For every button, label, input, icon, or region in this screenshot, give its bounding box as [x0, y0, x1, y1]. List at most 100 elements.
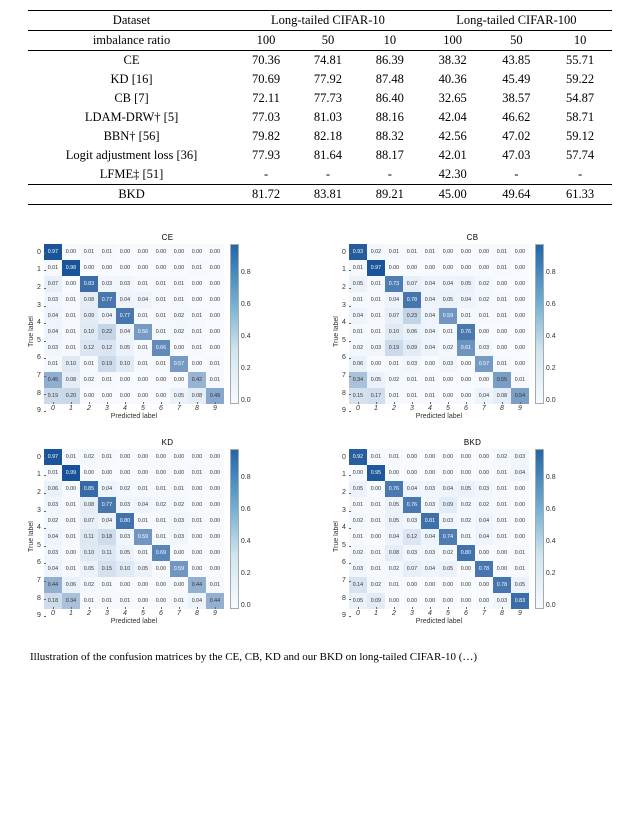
results-table: Dataset Long-tailed CIFAR-10 Long-tailed… — [28, 10, 612, 205]
matrix-cell: 0.00 — [439, 577, 457, 593]
ytick: 1 — [37, 467, 43, 485]
matrix-cell: 0.00 — [170, 545, 188, 561]
matrix-cell: 0.77 — [98, 497, 116, 513]
confusion-matrix: 0.970.010.020.010.000.000.000.000.000.00… — [44, 449, 224, 609]
matrix-cell: 0.01 — [62, 324, 80, 340]
xlabel: Predicted label — [44, 413, 224, 420]
matrix-cell: 0.00 — [170, 465, 188, 481]
matrix-cell: 0.00 — [511, 340, 529, 356]
matrix-cell: 0.00 — [439, 372, 457, 388]
matrix-cell: 0.01 — [170, 276, 188, 292]
matrix-cell: 0.00 — [367, 356, 385, 372]
matrix-cell: 0.01 — [152, 529, 170, 545]
xtick: 8 — [493, 405, 511, 412]
row-name: BBN† [56] — [28, 127, 235, 146]
matrix-cell: 0.00 — [421, 356, 439, 372]
matrix-cell: 0.77 — [116, 308, 134, 324]
xtick: 4 — [116, 610, 134, 617]
cell: 42.30 — [421, 165, 485, 185]
matrix-cell: 0.02 — [457, 497, 475, 513]
matrix-cell: 0.01 — [349, 292, 367, 308]
matrix-cell: 0.00 — [475, 244, 493, 260]
confusion-matrix: 0.930.020.010.010.010.000.000.000.010.00… — [349, 244, 529, 404]
matrix-cell: 0.00 — [188, 561, 206, 577]
matrix-cell: 0.56 — [134, 324, 152, 340]
matrix-cell: 0.00 — [206, 513, 224, 529]
colorbar-tick: 0.6 — [241, 506, 251, 513]
matrix-cell: 0.03 — [421, 497, 439, 513]
matrix-cell: 0.10 — [62, 356, 80, 372]
matrix-cell: 0.01 — [421, 244, 439, 260]
matrix-cell: 0.00 — [134, 372, 152, 388]
cell: 72.11 — [235, 89, 297, 108]
xtick: 2 — [385, 610, 403, 617]
colorbar-tick: 0.8 — [546, 269, 556, 276]
matrix-cell: 0.05 — [367, 372, 385, 388]
matrix-cell: 0.04 — [385, 529, 403, 545]
matrix-cell: 0.00 — [206, 308, 224, 324]
matrix-cell: 0.00 — [493, 324, 511, 340]
cell: 70.69 — [235, 70, 297, 89]
matrix-cell: 0.01 — [134, 340, 152, 356]
xtick: 4 — [421, 405, 439, 412]
heatmap-title: BKD — [333, 438, 612, 447]
matrix-cell: 0.69 — [152, 545, 170, 561]
matrix-cell: 0.00 — [206, 340, 224, 356]
ytick: 8 — [342, 590, 348, 608]
matrix-cell: 0.11 — [98, 545, 116, 561]
matrix-cell: 0.02 — [44, 513, 62, 529]
matrix-cell: 0.04 — [44, 308, 62, 324]
matrix-cell: 0.07 — [385, 308, 403, 324]
cell: 40.36 — [421, 70, 485, 89]
matrix-cell: 0.00 — [80, 260, 98, 276]
matrix-cell: 0.00 — [457, 449, 475, 465]
matrix-cell: 0.00 — [206, 545, 224, 561]
colorbar-tick: 0.8 — [241, 474, 251, 481]
matrix-cell: 0.02 — [349, 340, 367, 356]
matrix-cell: 0.98 — [62, 260, 80, 276]
matrix-cell: 0.00 — [511, 513, 529, 529]
matrix-cell: 0.01 — [367, 308, 385, 324]
matrix-cell: 0.03 — [116, 497, 134, 513]
matrix-cell: 0.03 — [403, 545, 421, 561]
matrix-cell: 0.01 — [188, 324, 206, 340]
matrix-cell: 0.10 — [80, 324, 98, 340]
matrix-cell: 0.01 — [152, 513, 170, 529]
matrix-cell: 0.04 — [134, 497, 152, 513]
matrix-cell: 0.06 — [44, 481, 62, 497]
matrix-cell: 0.00 — [475, 465, 493, 481]
cell: 82.18 — [297, 127, 359, 146]
heatmap-ce: CETrue label01234567890.970.000.010.010.… — [28, 233, 307, 420]
matrix-cell: 0.45 — [44, 372, 62, 388]
matrix-cell: 0.81 — [421, 513, 439, 529]
matrix-cell: 0.00 — [152, 465, 170, 481]
matrix-cell: 0.61 — [457, 340, 475, 356]
cell: - — [485, 165, 549, 185]
matrix-cell: 0.00 — [206, 324, 224, 340]
colorbar — [230, 244, 239, 404]
matrix-cell: 0.01 — [62, 513, 80, 529]
matrix-cell: 0.03 — [349, 561, 367, 577]
matrix-cell: 0.04 — [475, 529, 493, 545]
matrix-cell: 0.80 — [116, 513, 134, 529]
matrix-cell: 0.01 — [134, 356, 152, 372]
th-ratio-1: 50 — [297, 31, 359, 51]
ytick: 7 — [342, 572, 348, 590]
matrix-cell: 0.01 — [206, 372, 224, 388]
ytick: 3 — [37, 297, 43, 315]
cell: 42.04 — [421, 108, 485, 127]
matrix-cell: 0.02 — [349, 545, 367, 561]
bkd-cell: 61.33 — [548, 185, 612, 205]
matrix-cell: 0.05 — [134, 561, 152, 577]
matrix-cell: 0.01 — [152, 308, 170, 324]
matrix-cell: 0.07 — [80, 513, 98, 529]
xtick: 4 — [116, 405, 134, 412]
matrix-cell: 0.04 — [421, 561, 439, 577]
cell: 74.81 — [297, 51, 359, 71]
row-name: CE — [28, 51, 235, 71]
heatmap-kd: KDTrue label01234567890.970.010.020.010.… — [28, 438, 307, 625]
matrix-cell: 0.03 — [475, 481, 493, 497]
matrix-cell: 0.04 — [44, 529, 62, 545]
matrix-cell: 0.00 — [439, 449, 457, 465]
matrix-cell: 0.00 — [152, 561, 170, 577]
